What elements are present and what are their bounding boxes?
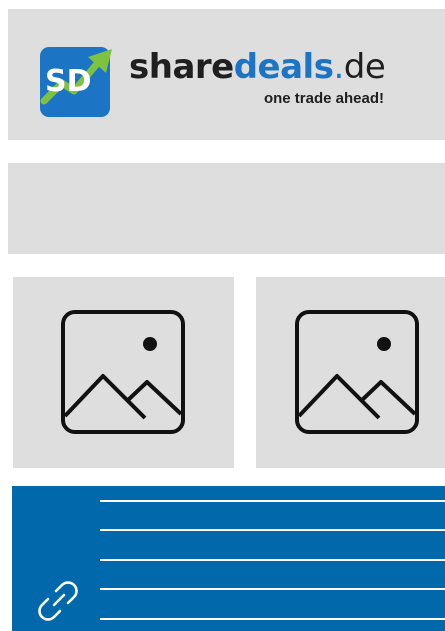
logo-tagline: one trade ahead! — [263, 90, 384, 107]
site-header: SD sharedeals.de one trade ahead! — [8, 9, 445, 140]
link-list — [100, 486, 445, 631]
image-placeholder-icon — [61, 310, 185, 434]
link-divider — [100, 618, 445, 620]
wordmark-dot: . — [333, 47, 344, 87]
image-placeholder-left[interactable] — [13, 277, 234, 468]
image-placeholder-icon — [295, 310, 419, 434]
link-divider — [100, 500, 445, 502]
wordmark-deals: deals — [233, 47, 334, 87]
link-panel[interactable] — [12, 486, 445, 631]
link-icon[interactable] — [34, 577, 82, 625]
link-divider — [100, 588, 445, 590]
banner-ad-slot — [8, 163, 445, 254]
wordmark-tld: de — [343, 47, 386, 87]
link-divider — [100, 559, 445, 561]
sharedeals-logo-mark-icon: SD — [40, 47, 112, 117]
logo-wordmark: sharedeals.de — [129, 47, 386, 87]
wordmark-share: share — [129, 47, 234, 87]
sharedeals-logo[interactable]: SD sharedeals.de one trade ahead! — [40, 39, 390, 121]
link-divider — [100, 529, 445, 531]
logo-mark-text: SD — [45, 64, 92, 99]
image-placeholder-right[interactable] — [256, 277, 445, 468]
